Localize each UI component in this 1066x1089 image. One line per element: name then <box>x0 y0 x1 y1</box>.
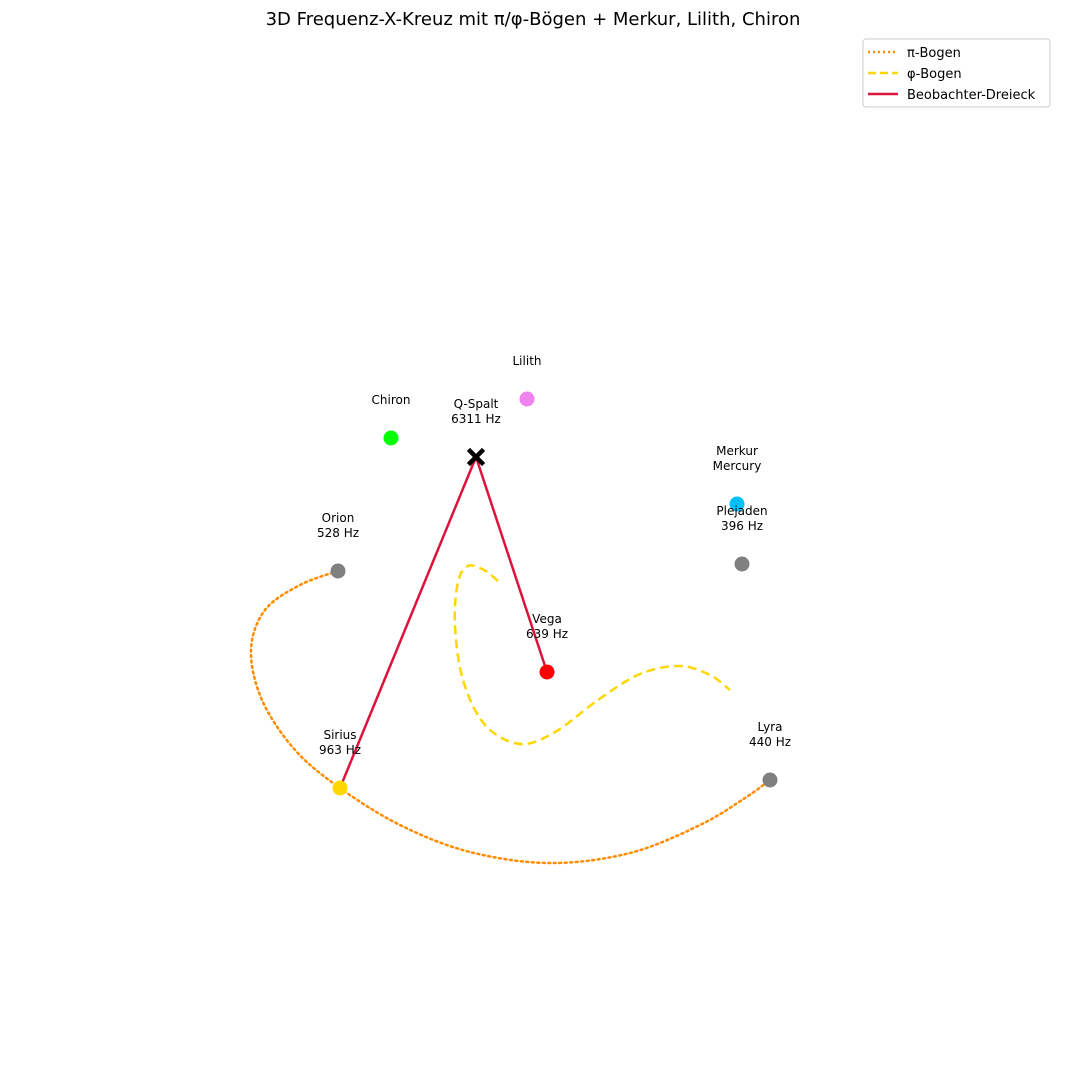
series-line-pi-bogen <box>249 569 772 865</box>
point-sirius <box>332 780 348 796</box>
legend-label-beobachter-dreieck: Beobachter-Dreieck <box>907 88 1036 103</box>
point-lilith <box>519 391 535 407</box>
point-lyra <box>762 772 778 788</box>
legend-label-phi-bogen: φ-Bogen <box>907 67 962 82</box>
legend-label-pi-bogen: π-Bogen <box>907 46 961 61</box>
label-merkur: Merkur Mercury <box>713 444 762 473</box>
point-orion <box>330 563 346 579</box>
label-lyra: Lyra 440 Hz <box>749 720 791 749</box>
chart-figure: 3D Frequenz-X-Kreuz mit π/φ-Bögen + Merk… <box>249 9 1051 865</box>
label-sirius: Sirius 963 Hz <box>319 728 361 757</box>
series-line-phi-bogen <box>453 564 731 746</box>
label-chiron: Chiron <box>372 393 411 407</box>
label-orion: Orion 528 Hz <box>317 511 359 540</box>
label-plejaden: Plejaden 396 Hz <box>716 504 767 533</box>
label-lilith: Lilith <box>513 354 542 368</box>
chart-title: 3D Frequenz-X-Kreuz mit π/φ-Bögen + Merk… <box>266 9 801 30</box>
series-line-beobachter-dreieck <box>338 455 549 789</box>
point-plejaden <box>734 556 750 572</box>
point-q-spalt <box>466 447 486 467</box>
data-points <box>330 391 778 796</box>
point-labels: Q-Spalt 6311 Hz Lilith Chiron Merkur Mercury P… <box>317 354 791 757</box>
label-q-spalt: Q-Spalt 6311 Hz <box>451 397 501 426</box>
point-chiron <box>383 430 399 446</box>
legend: π-Bogen φ-Bogen Beobachter-Dreieck <box>862 38 1051 108</box>
point-vega <box>539 664 555 680</box>
label-vega: Vega 639 Hz <box>526 612 568 641</box>
